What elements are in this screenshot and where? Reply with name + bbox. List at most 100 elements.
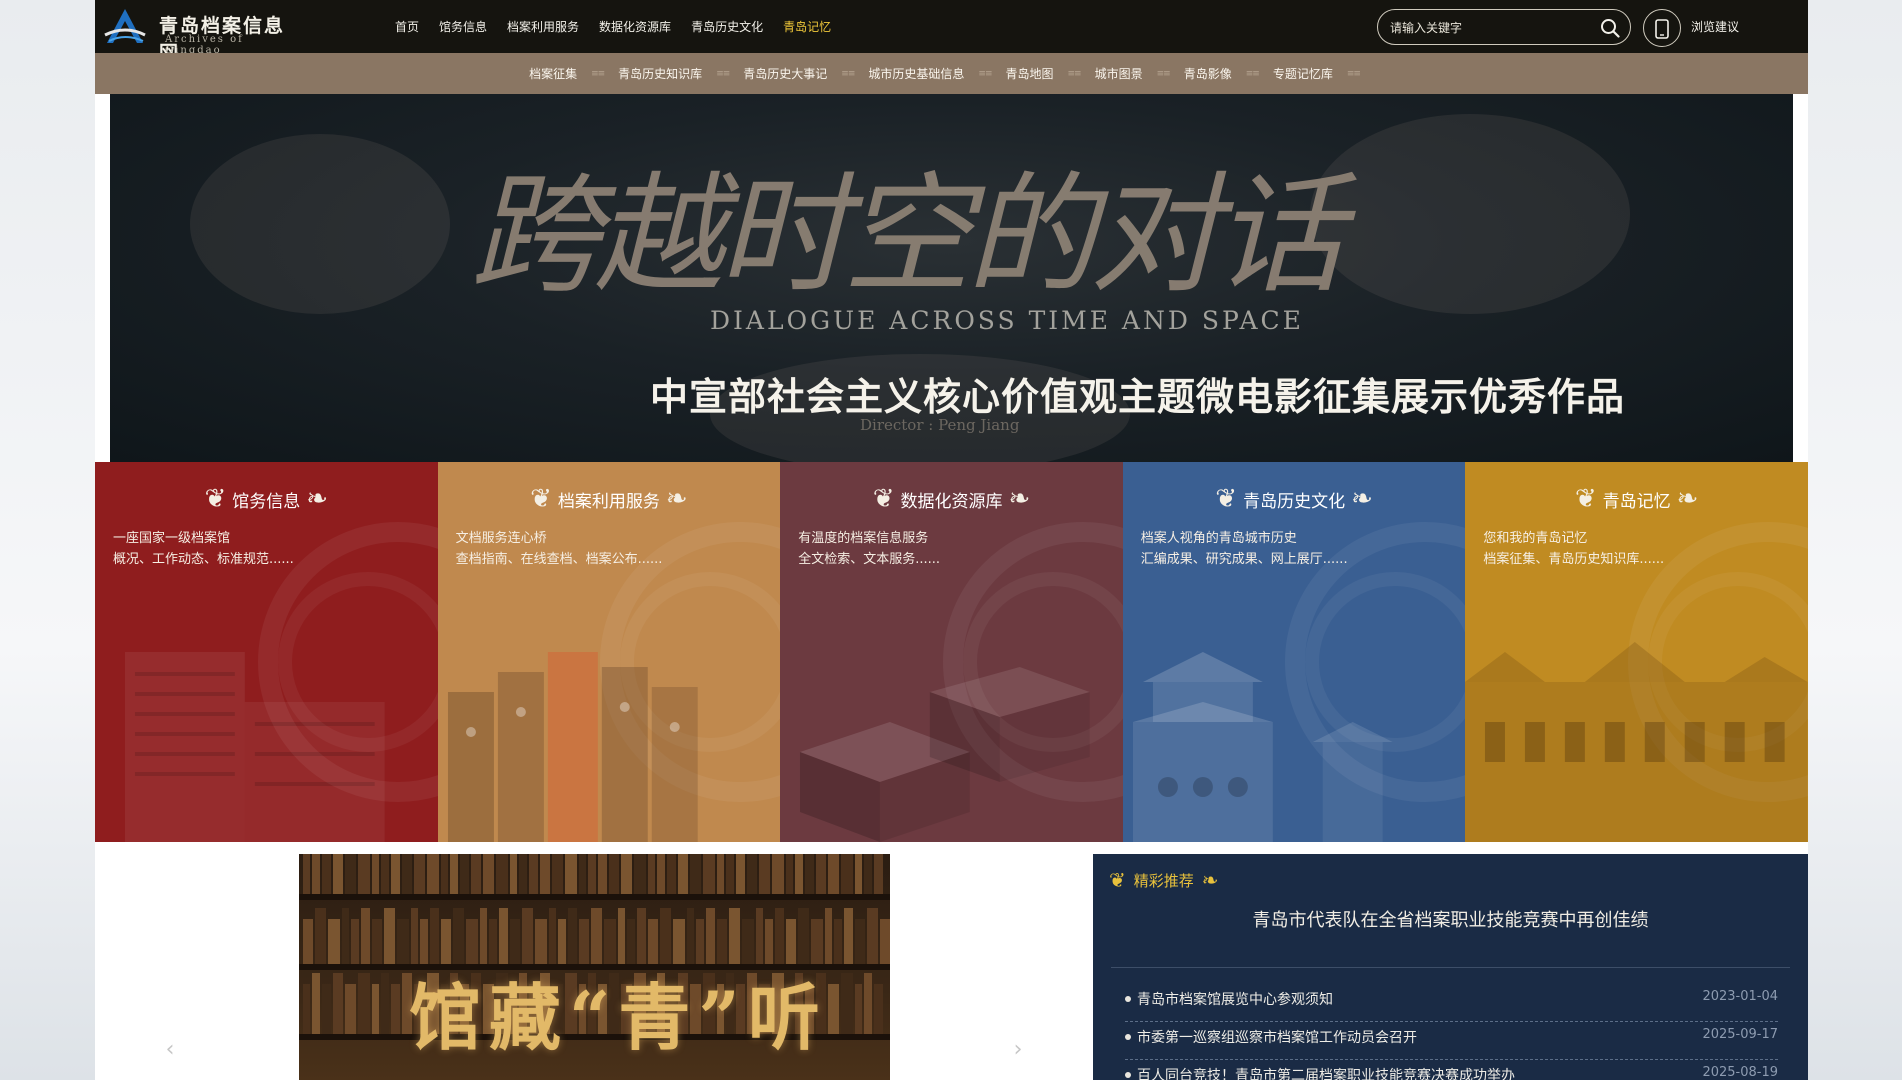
tile-description: 概况、工作动态、标准规范......: [113, 552, 294, 567]
tile-header: ❦ 馆务信息 ❧: [95, 484, 438, 514]
book-spine: [411, 908, 418, 964]
tile-description: 汇编成果、研究成果、网上展厅......: [1140, 552, 1348, 567]
subnav-item-images[interactable]: 青岛影像: [1184, 65, 1232, 82]
recommend-label: 精彩推荐: [1133, 871, 1194, 890]
binders-illustration: [447, 652, 698, 842]
subnav-separator: ≡≡: [978, 68, 992, 79]
tile-title: 青岛历史文化: [1243, 491, 1346, 512]
news-item[interactable]: 市委第一巡察组巡察市档案馆工作动员会召开 2025-09-17: [1125, 1022, 1778, 1060]
book-spine: [460, 854, 469, 894]
book-spine: [549, 908, 556, 964]
divider: [1111, 967, 1790, 968]
subnav-item-cityscape[interactable]: 城市图景: [1095, 65, 1143, 82]
news-item[interactable]: 百人同台竞技！青岛市第二届档案职业技能竞赛决赛成功举办 2025-08-19: [1125, 1060, 1778, 1080]
news-title[interactable]: 市委第一巡察组巡察市档案馆工作动员会召开: [1137, 1027, 1417, 1047]
subnav-item-city-basic-info[interactable]: 城市历史基础信息: [868, 65, 964, 82]
video-thumbnail[interactable]: 馆藏“青”听: [299, 854, 890, 1080]
book-spine: [466, 919, 478, 964]
subnav-separator: ≡≡: [1156, 68, 1171, 79]
book-spine: [471, 854, 481, 894]
book-spine: [673, 919, 685, 964]
tile-museum-info[interactable]: ❦ 馆务信息 ❧ 一座国家一级档案馆 概况、工作动态、标准规范......: [95, 462, 438, 842]
book-spine: [453, 908, 464, 964]
subnav-item-chronicle[interactable]: 青岛历史大事记: [743, 65, 827, 82]
book-spine: [328, 919, 340, 964]
book-spine: [756, 908, 763, 964]
book-spine: [825, 908, 832, 964]
book-spine: [552, 854, 563, 894]
ornament-right-icon: ❧: [665, 484, 688, 514]
tile-description: 查档指南、在线查档、档案公布......: [455, 552, 663, 567]
nav-item-digital-resources[interactable]: 数据化资源库: [599, 18, 671, 35]
subnav-item-memory-library[interactable]: 专题记忆库: [1273, 65, 1333, 82]
tile-history-culture[interactable]: ❦ 青岛历史文化 ❧ 档案人视角的青岛城市历史 汇编成果、研究成果、网上展厅..…: [1122, 462, 1466, 842]
news-title[interactable]: 青岛市档案馆展览中心参观须知: [1137, 989, 1333, 1009]
nav-item-museum-info[interactable]: 馆务信息: [439, 18, 487, 35]
book-spine: [372, 919, 382, 964]
banner-texture: [1310, 114, 1630, 314]
book-spine: [742, 919, 754, 964]
recommend-header: ❦ 精彩推荐 ❧: [1109, 868, 1219, 892]
subnav-separator: ≡≡: [841, 68, 855, 79]
book-spine: [864, 854, 872, 894]
subnav-item-history-knowledge[interactable]: 青岛历史知识库: [618, 65, 702, 82]
tile-tagline: 文档服务连心桥: [455, 531, 547, 546]
archive-boxes-illustration: [800, 667, 1090, 842]
search-icon[interactable]: [1600, 18, 1620, 38]
banner-texture: [190, 134, 450, 314]
book-spine: [391, 984, 400, 1034]
book-spine: [499, 908, 508, 964]
book-spine: [397, 919, 409, 964]
subnav-item-map[interactable]: 青岛地图: [1006, 65, 1054, 82]
book-spine: [535, 919, 547, 964]
book-spine: [345, 854, 356, 894]
site-logo[interactable]: 青岛档案信息网 Archives of Qingdao: [103, 5, 303, 64]
book-spine: [568, 908, 577, 964]
tile-title: 数据化资源库: [900, 491, 1003, 512]
tile-archive-service[interactable]: ❦ 档案利用服务 ❧ 文档服务连心桥 查档指南、在线查档、档案公布......: [437, 462, 781, 842]
top-header: 青岛档案信息网 Archives of Qingdao 首页 馆务信息 档案利用…: [95, 0, 1808, 64]
book-spine: [519, 854, 527, 894]
tile-digital-resources[interactable]: ❦ 数据化资源库 ❧ 有温度的档案信息服务 全文检索、文本服务......: [780, 462, 1123, 842]
carousel-next-button[interactable]: ›: [1008, 1038, 1028, 1062]
ornament-left-icon: ❦: [1215, 484, 1238, 514]
book-spine: [381, 854, 389, 894]
book-spine: [627, 919, 635, 964]
book-spine: [637, 908, 646, 964]
book-spine: [828, 984, 839, 1034]
book-spine: [588, 854, 596, 894]
nav-item-qingdao-memory[interactable]: 青岛记忆: [783, 18, 831, 35]
news-title[interactable]: 百人同台竞技！青岛市第二届档案职业技能竞赛决赛成功举办: [1137, 1065, 1515, 1080]
book-spine: [441, 854, 448, 894]
browse-suggestion-link[interactable]: 浏览建议: [1691, 18, 1739, 35]
subnav-item-collection[interactable]: 档案征集: [529, 65, 577, 82]
search-input[interactable]: [1390, 18, 1590, 38]
book-spine: [414, 854, 425, 894]
book-spine: [805, 854, 814, 894]
mobile-button[interactable]: [1643, 9, 1681, 47]
recommend-panel: ❦ 精彩推荐 ❧ 青岛市代表队在全省档案职业技能竞赛中再创佳绩 青岛市档案馆展览…: [1093, 854, 1808, 1080]
news-date: 2025-09-17: [1702, 1027, 1778, 1042]
book-spine: [384, 908, 395, 964]
hero-banner[interactable]: 跨越时空的对话 DIALOGUE ACROSS TIME AND SPACE 中…: [110, 94, 1793, 462]
news-item[interactable]: 青岛市档案馆展览中心参观须知 2023-01-04: [1125, 984, 1778, 1022]
tile-tagline: 您和我的青岛记忆: [1483, 531, 1588, 546]
book-spine: [786, 919, 796, 964]
nav-item-archive-service[interactable]: 档案利用服务: [507, 18, 579, 35]
book-spine: [351, 919, 359, 964]
book-spine: [358, 854, 370, 894]
nav-item-history-culture[interactable]: 青岛历史文化: [691, 18, 763, 35]
ornament-left-icon: ❦: [872, 484, 895, 514]
tile-header: ❦ 档案利用服务 ❧: [438, 484, 781, 514]
book-spine: [660, 908, 671, 964]
book-spine: [775, 908, 784, 964]
featured-news-link[interactable]: 青岛市代表队在全省档案职业技能竞赛中再创佳绩: [1093, 906, 1808, 932]
tile-qingdao-memory[interactable]: ❦ 青岛记忆 ❧ 您和我的青岛记忆 档案征集、青岛历史知识库......: [1465, 462, 1808, 842]
banner-english-subtitle: DIALOGUE ACROSS TIME AND SPACE: [710, 306, 1304, 335]
sub-nav: 档案征集 ≡≡ 青岛历史知识库 ≡≡ 青岛历史大事记 ≡≡ 城市历史基础信息 ≡≡ 青岛…: [95, 53, 1808, 94]
ornament-right-icon: ❧: [1676, 484, 1699, 514]
carousel-prev-button[interactable]: ‹: [160, 1038, 180, 1062]
nav-item-home[interactable]: 首页: [395, 18, 419, 35]
book-spine: [381, 973, 389, 1034]
book-spine: [361, 908, 370, 964]
